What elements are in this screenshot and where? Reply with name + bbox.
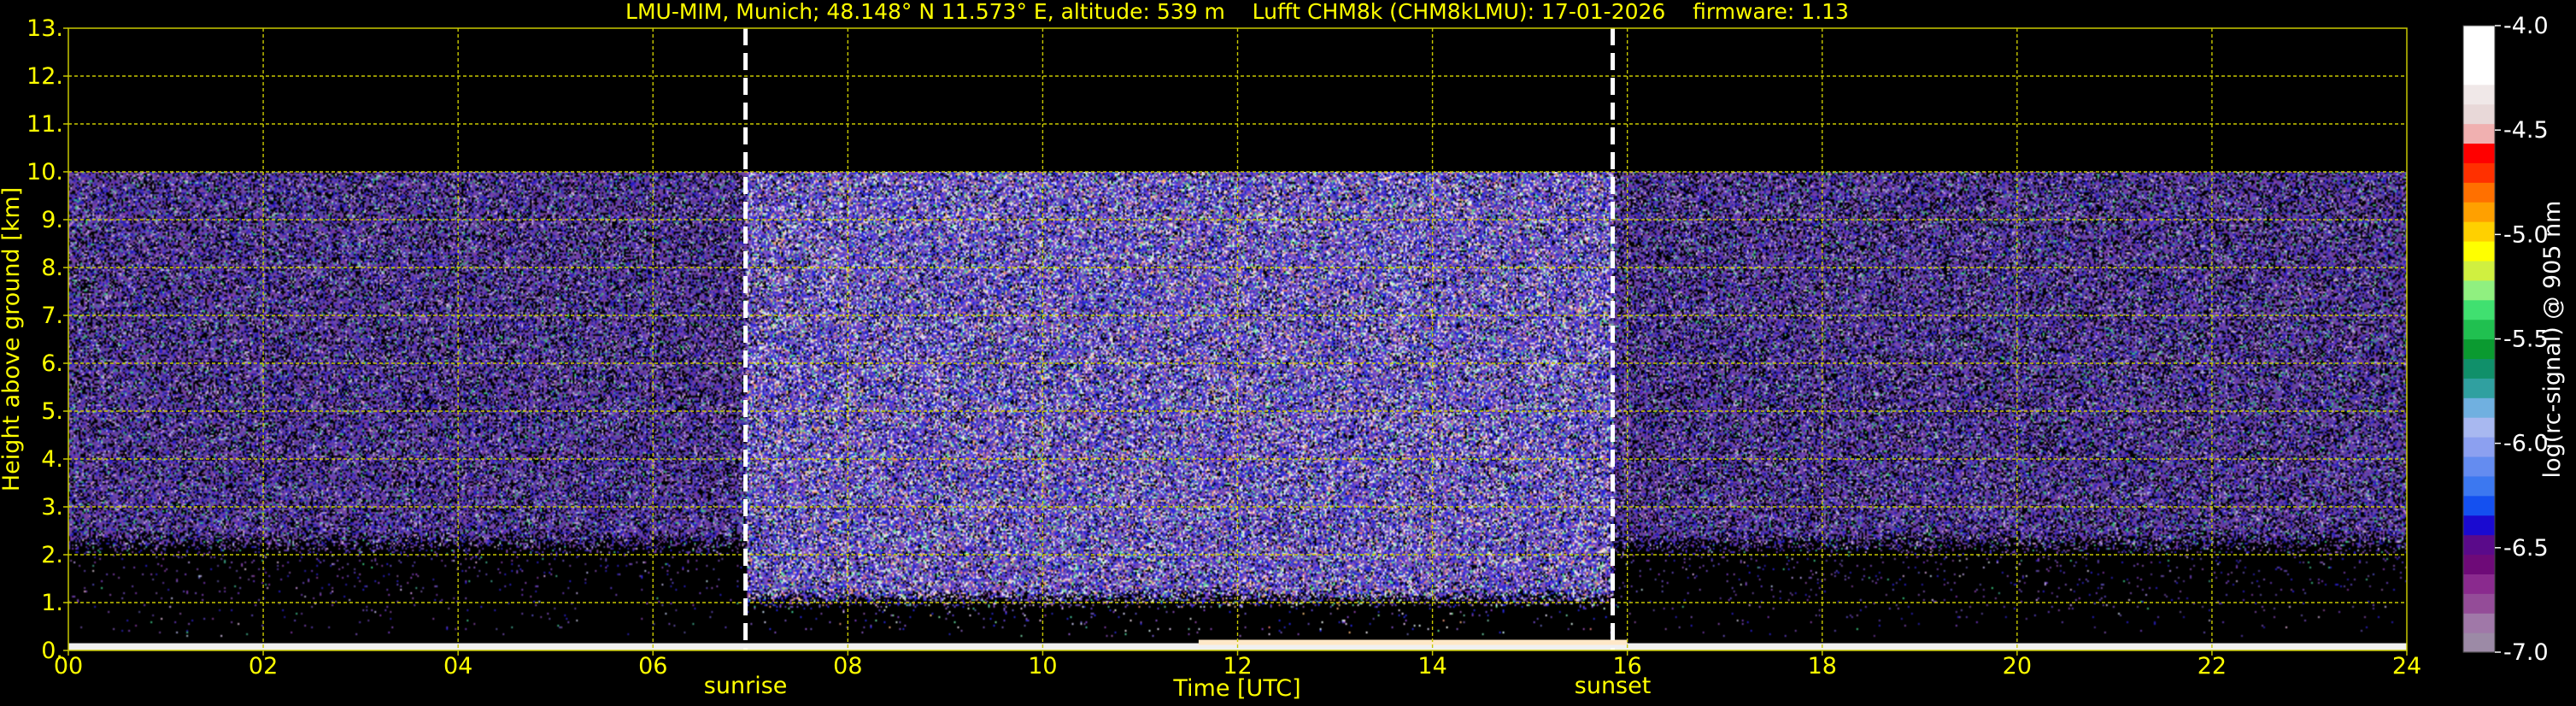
colorbar-label: log(rc-signal) @ 905 nm bbox=[2539, 201, 2566, 479]
colorbar-swatch bbox=[2463, 574, 2495, 594]
colorbar-swatch bbox=[2463, 554, 2495, 574]
surface-return-bump bbox=[1198, 639, 1628, 645]
colorbar-swatch bbox=[2463, 378, 2495, 398]
x-tick-label: 02 bbox=[249, 653, 278, 680]
colorbar-swatch bbox=[2463, 338, 2495, 360]
y-tick-label: 12. bbox=[26, 63, 63, 90]
colorbar-swatch bbox=[2463, 240, 2495, 262]
colorbar-swatch bbox=[2463, 103, 2495, 125]
colorbar-swatch bbox=[2463, 182, 2495, 203]
colorbar-swatch bbox=[2463, 64, 2495, 85]
colorbar-swatch bbox=[2463, 456, 2495, 477]
x-tick-label: 22 bbox=[2198, 653, 2227, 680]
x-tick-label: 08 bbox=[833, 653, 862, 680]
sunset-label: sunset bbox=[1575, 673, 1652, 699]
sunrise-label: sunrise bbox=[704, 673, 788, 699]
y-tick-label: 11. bbox=[26, 111, 63, 138]
colorbar-swatch bbox=[2463, 44, 2495, 66]
x-tick-label: 18 bbox=[1808, 653, 1837, 680]
colorbar-swatch bbox=[2463, 279, 2495, 301]
y-tick-label: 8. bbox=[41, 255, 63, 281]
colorbar-swatch bbox=[2463, 358, 2495, 379]
colorbar-swatch bbox=[2463, 475, 2495, 497]
y-tick-label: 4. bbox=[41, 446, 63, 473]
colorbar-tick-label: -7.0 bbox=[2503, 639, 2549, 666]
ceilometer-chart: LMU-MIM, Munich; 48.148° N 11.573° E, al… bbox=[0, 0, 2576, 706]
colorbar-swatch bbox=[2463, 495, 2495, 516]
colorbar-swatch bbox=[2463, 202, 2495, 222]
x-tick-label: 10 bbox=[1028, 653, 1057, 680]
colorbar-swatch bbox=[2463, 613, 2495, 633]
colorbar-tick-label: -4.5 bbox=[2503, 117, 2549, 144]
y-tick-label: 2. bbox=[41, 542, 63, 568]
colorbar-swatch bbox=[2463, 84, 2495, 105]
colorbar-swatch bbox=[2463, 397, 2495, 418]
x-tick-label: 04 bbox=[443, 653, 472, 680]
colorbar-swatch bbox=[2463, 162, 2495, 183]
colorbar-swatch bbox=[2463, 632, 2495, 653]
colorbar-swatch bbox=[2463, 143, 2495, 163]
y-tick-label: 3. bbox=[41, 494, 63, 521]
y-tick-label: 0. bbox=[41, 638, 63, 664]
y-tick-label: 1. bbox=[41, 590, 63, 616]
x-tick-label: 06 bbox=[638, 653, 667, 680]
colorbar-swatch bbox=[2463, 319, 2495, 340]
chart-title: LMU-MIM, Munich; 48.148° N 11.573° E, al… bbox=[625, 0, 1849, 24]
colorbar-tick-label: -6.5 bbox=[2503, 535, 2549, 562]
colorbar-swatch bbox=[2463, 437, 2495, 457]
colorbar-swatch bbox=[2463, 417, 2495, 438]
plot-area bbox=[67, 27, 2408, 651]
y-tick-label: 5. bbox=[41, 398, 63, 425]
colorbar-swatch bbox=[2463, 26, 2495, 46]
colorbar-swatch bbox=[2463, 593, 2495, 614]
x-axis-label: Time [UTC] bbox=[1172, 675, 1300, 702]
colorbar-tick-label: -4.0 bbox=[2503, 13, 2549, 39]
y-tick-label: 6. bbox=[41, 350, 63, 377]
colorbar-swatch bbox=[2463, 123, 2495, 144]
y-tick-label: 7. bbox=[41, 303, 63, 329]
y-tick-label: 13. bbox=[26, 15, 63, 42]
colorbar-swatch bbox=[2463, 515, 2495, 536]
colorbar-swatch bbox=[2463, 221, 2495, 242]
colorbar-swatch bbox=[2463, 299, 2495, 321]
x-tick-label: 24 bbox=[2392, 653, 2421, 680]
y-tick-label: 9. bbox=[41, 207, 63, 233]
colorbar-swatch bbox=[2463, 260, 2495, 281]
y-axis-label: Height above ground [km] bbox=[0, 187, 25, 491]
x-tick-label: 14 bbox=[1417, 653, 1446, 680]
y-tick-label: 10. bbox=[26, 159, 63, 185]
x-tick-label: 20 bbox=[2003, 653, 2032, 680]
colorbar-swatch bbox=[2463, 534, 2495, 556]
